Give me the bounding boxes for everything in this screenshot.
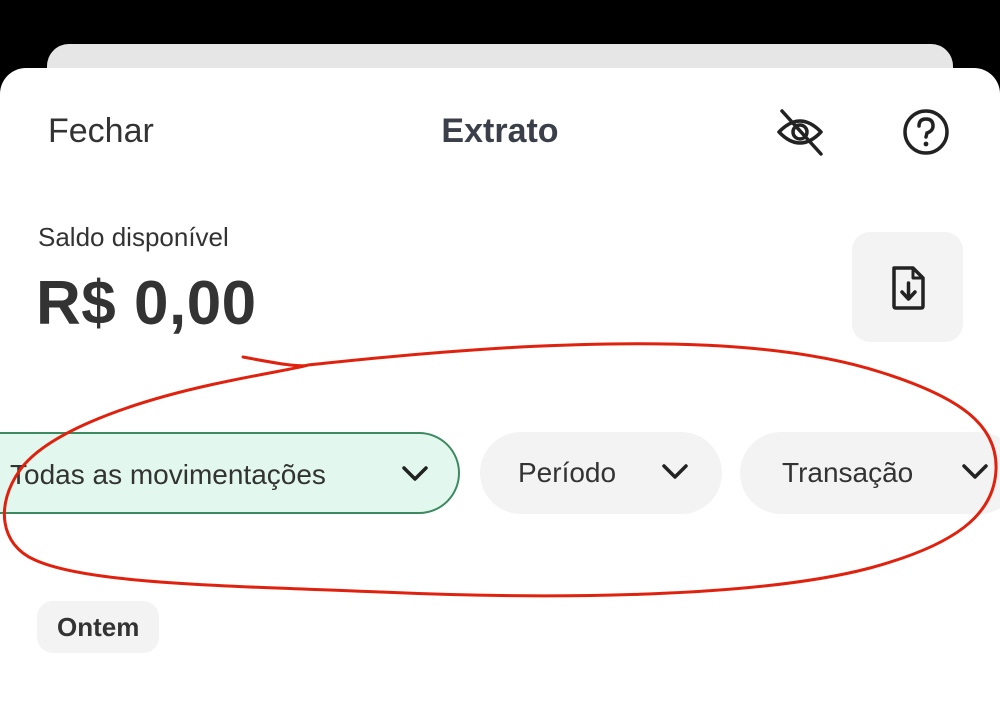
download-statement-button[interactable]	[852, 232, 963, 342]
filter-transaction-label: Transação	[782, 457, 914, 488]
page-title: Extrato	[441, 112, 559, 150]
help-circle-icon	[903, 109, 949, 155]
balance-value: R$ 0,00	[36, 269, 257, 338]
filter-all-movements[interactable]: Todas as movimentações	[0, 432, 460, 514]
chevron-down-icon	[662, 464, 688, 479]
eye-off-icon	[777, 109, 823, 156]
chevron-down-icon	[402, 466, 428, 481]
filter-period[interactable]: Período	[480, 432, 722, 514]
balance-label: Saldo disponível	[38, 222, 229, 252]
chevron-down-icon	[962, 464, 988, 479]
filter-all-movements-label: Todas as movimentações	[10, 459, 326, 490]
filter-transaction[interactable]: Transação	[740, 432, 1000, 514]
file-download-icon	[892, 266, 925, 310]
hide-balance-button[interactable]	[774, 106, 826, 158]
help-button[interactable]	[900, 106, 952, 158]
filter-period-label: Período	[518, 457, 617, 488]
date-group-badge: Ontem	[37, 601, 160, 653]
